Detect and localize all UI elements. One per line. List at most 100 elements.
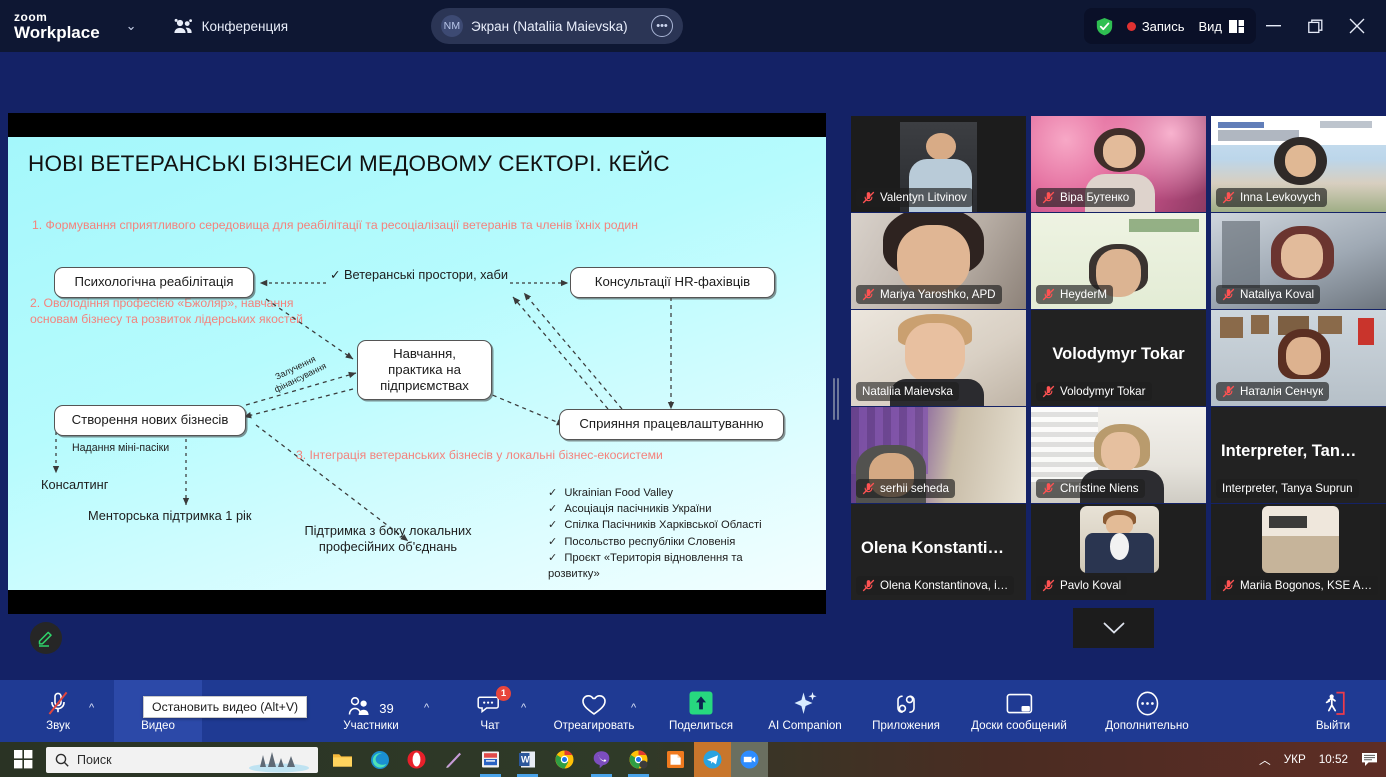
file-explorer-icon[interactable]: [324, 742, 361, 777]
node-psych-rehab: Психологічна реабілітація: [54, 267, 254, 298]
close-icon[interactable]: [1336, 6, 1378, 46]
paint-icon[interactable]: [472, 742, 509, 777]
mic-off-icon: [1222, 385, 1235, 398]
audio-button[interactable]: Звук: [28, 680, 88, 742]
participant-tile[interactable]: Valentyn Litvinov: [851, 116, 1026, 212]
search-placeholder: Поиск: [77, 752, 112, 767]
participant-tile[interactable]: Mariia Bogonos, KSE A…: [1211, 504, 1386, 600]
checklist-item: ✓ Посольство республіки Словенія: [548, 535, 736, 548]
show-more-participants-button[interactable]: [1073, 608, 1154, 648]
participants-options-caret[interactable]: ^: [424, 702, 429, 714]
mic-off-icon: [1042, 385, 1055, 398]
participant-tile-active-speaker[interactable]: Nataliia Maievska: [851, 310, 1026, 406]
mic-off-icon: [1222, 288, 1235, 301]
participant-name: Наталія Сенчук: [1240, 385, 1324, 398]
pane-resize-handle[interactable]: [833, 378, 839, 420]
node-new-business: Створення нових бізнесів: [54, 405, 246, 436]
telegram-icon[interactable]: [694, 742, 731, 777]
edge-icon[interactable]: [361, 742, 398, 777]
participant-name: serhii seheda: [880, 482, 949, 495]
participant-name: Olena Konstantinova, i…: [880, 579, 1009, 592]
mic-off-icon: [1042, 191, 1055, 204]
participant-tile[interactable]: Віра Бутенко: [1031, 116, 1206, 212]
reactions-button[interactable]: Отреагировать: [546, 680, 642, 742]
participant-tile[interactable]: HeyderM: [1031, 213, 1206, 309]
participant-tile[interactable]: Christine Niens: [1031, 407, 1206, 503]
recording-label: Запись: [1141, 18, 1185, 34]
participant-tile[interactable]: Nataliya Koval: [1211, 213, 1386, 309]
participant-tile[interactable]: Pavlo Koval: [1031, 504, 1206, 600]
pencil-annotate-icon: [38, 631, 52, 647]
svg-text:W: W: [521, 755, 530, 765]
participant-name-chip: Mariya Yaroshko, APD: [856, 285, 1002, 304]
notifications-icon[interactable]: [1361, 752, 1378, 767]
security-shield-icon[interactable]: [1096, 17, 1113, 36]
leave-meeting-button[interactable]: Выйти: [1300, 680, 1366, 742]
ai-companion-button[interactable]: AI Companion: [752, 680, 858, 742]
label-consulting: Консалтинг: [41, 477, 109, 492]
participant-name-chip: Наталія Сенчук: [1216, 382, 1330, 401]
participant-name-chip: Nataliia Maievska: [856, 382, 959, 401]
audio-options-caret[interactable]: ^: [89, 702, 94, 714]
participant-tile[interactable]: Mariya Yaroshko, APD: [851, 213, 1026, 309]
word-icon[interactable]: W: [509, 742, 546, 777]
more-ellipsis-icon: [1136, 691, 1158, 716]
whiteboard-button[interactable]: Доски сообщений: [952, 680, 1086, 742]
search-icon: [55, 753, 69, 767]
chat-button[interactable]: 1 Чат: [462, 680, 518, 742]
zoom-icon[interactable]: [731, 742, 768, 777]
shared-screen-area[interactable]: НОВІ ВЕТЕРАНСЬКІ БІЗНЕСИ МЕДОВОМУ СЕКТОР…: [8, 113, 826, 614]
recording-indicator[interactable]: Запись: [1126, 18, 1185, 34]
participant-tile[interactable]: Inna Levkovych: [1211, 116, 1386, 212]
conference-tab[interactable]: Конференция: [173, 18, 288, 34]
participant-tile[interactable]: Olena Konstanti… Olena Konstantinova, i…: [851, 504, 1026, 600]
windows-start-icon[interactable]: [0, 742, 46, 777]
chat-unread-badge: 1: [496, 686, 511, 701]
share-screen-button[interactable]: Поделиться: [656, 680, 746, 742]
pen-icon[interactable]: [435, 742, 472, 777]
viber-icon[interactable]: [583, 742, 620, 777]
language-indicator[interactable]: УКР: [1284, 753, 1306, 766]
share-screen-icon: [689, 691, 713, 715]
participant-name: Mariia Bogonos, KSE A…: [1240, 579, 1373, 592]
view-button[interactable]: Вид: [1198, 19, 1244, 34]
recording-dot: [1126, 21, 1136, 31]
clock[interactable]: 10:52: [1319, 753, 1348, 766]
chrome-beta-icon[interactable]: [620, 742, 657, 777]
opera-icon[interactable]: [398, 742, 435, 777]
node-hr-consult: Консультації HR-фахівців: [570, 267, 775, 298]
apps-button[interactable]: Приложения: [860, 680, 952, 742]
slide-checklist: ✓ Ukrainian Food Valley ✓ Асоціація пасічн…: [548, 485, 762, 582]
restore-window-icon[interactable]: [1294, 6, 1336, 46]
ellipsis-icon[interactable]: •••: [651, 15, 673, 37]
titlebar-right-cluster: Запись Вид: [1083, 8, 1256, 44]
participants-button[interactable]: 39 Участники: [332, 680, 410, 742]
participant-tile[interactable]: Interpreter, Tan… Interpreter, Tanya Sup…: [1211, 407, 1386, 503]
annotate-button[interactable]: [30, 622, 62, 654]
participant-tile[interactable]: Volodymyr Tokar Volodymyr Tokar: [1031, 310, 1206, 406]
participant-name: Mariya Yaroshko, APD: [880, 288, 996, 301]
participant-name-chip: Interpreter, Tanya Suprun: [1216, 479, 1359, 498]
more-label: Дополнительно: [1105, 719, 1189, 732]
search-input[interactable]: Поиск: [46, 746, 318, 773]
libreoffice-icon[interactable]: [657, 742, 694, 777]
checklist-item: ✓ Асоціація пасічників України: [548, 503, 712, 516]
participant-tile[interactable]: serhii seheda: [851, 407, 1026, 503]
workplace-dropdown-caret[interactable]: ⌄: [126, 18, 137, 34]
chrome-icon[interactable]: [546, 742, 583, 777]
chevron-up-icon[interactable]: ︿: [1259, 751, 1271, 768]
video-button-tooltip: Остановить видео (Alt+V): [143, 696, 308, 718]
label-mini-apiary: Надання міні-пасіки: [72, 442, 170, 454]
chat-options-caret[interactable]: ^: [521, 702, 526, 714]
participant-name-chip: HeyderM: [1036, 285, 1114, 304]
minimize-icon[interactable]: [1252, 6, 1294, 46]
participant-tile[interactable]: Наталія Сенчук: [1211, 310, 1386, 406]
more-button[interactable]: Дополнительно: [1086, 680, 1208, 742]
checklist-item: ✓ Спілка Пасічників Харківської Області: [548, 519, 762, 532]
reactions-options-caret[interactable]: ^: [631, 702, 636, 714]
chat-label: Чат: [480, 719, 500, 732]
participant-big-name: Olena Konstanti…: [861, 538, 1005, 557]
ai-companion-label: AI Companion: [768, 719, 842, 732]
participant-name-chip: serhii seheda: [856, 479, 955, 498]
screen-share-indicator[interactable]: NM Экран (Nataliia Maievska) •••: [431, 8, 683, 44]
